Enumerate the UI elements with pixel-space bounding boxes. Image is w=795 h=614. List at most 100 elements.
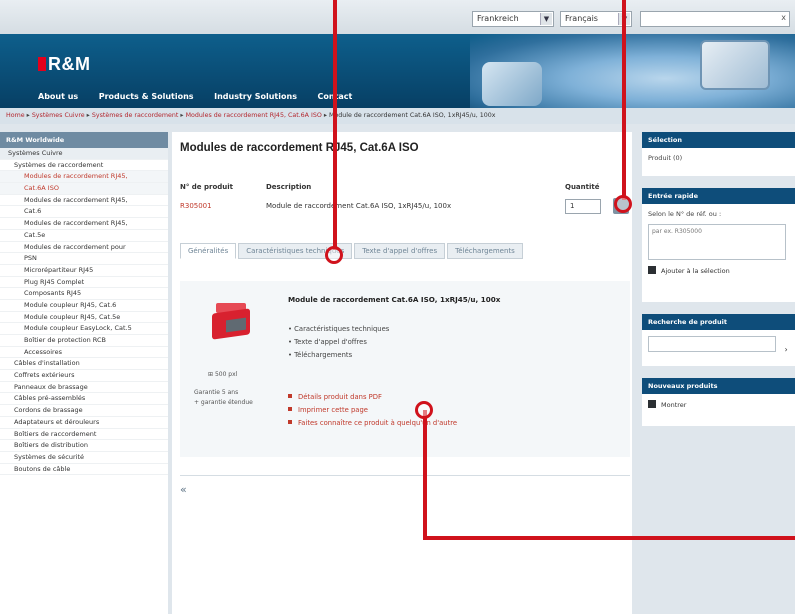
sidebar-item[interactable]: Câbles pré-assemblés — [0, 393, 168, 406]
nav-industry-solutions[interactable]: Industry Solutions — [214, 92, 297, 101]
bullet-icon — [288, 394, 292, 398]
site-header: R&M About us Products & Solutions Indust… — [0, 34, 795, 108]
divider — [180, 475, 630, 476]
bullet-icon — [288, 420, 292, 424]
add-icon — [648, 266, 656, 274]
sidebar-item[interactable]: Systèmes Cuivre — [0, 148, 168, 160]
callout-line — [423, 410, 427, 540]
sidebar-item[interactable]: Module coupleur RJ45, Cat.6 — [0, 300, 168, 312]
product-search-input[interactable] — [648, 336, 776, 352]
quick-entry-box: Entrée rapide Selon le N° de réf. ou : p… — [642, 188, 795, 302]
quick-entry-header: Entrée rapide — [642, 188, 795, 204]
list-item: • Téléchargements — [288, 351, 353, 359]
selection-header[interactable]: Sélection — [642, 132, 795, 148]
warranty-line: + garantie étendue — [194, 399, 253, 406]
logo-mark-icon — [38, 57, 46, 71]
zoom-label: 500 pxl — [214, 371, 238, 378]
show-new-products-link[interactable]: Montrer — [642, 394, 795, 415]
callout-line — [333, 0, 337, 250]
tab-general[interactable]: Généralités — [180, 243, 237, 259]
back-link[interactable]: « — [180, 483, 187, 496]
panel-title: Module de raccordement Cat.6A ISO, 1xRJ4… — [288, 295, 501, 304]
product-tabs: Généralités Caractéristiques techniques … — [180, 243, 532, 261]
sidebar-item[interactable]: PSN — [0, 253, 168, 265]
callout-marker — [415, 401, 433, 419]
sidebar-item[interactable]: Composants RJ45 — [0, 288, 168, 300]
sidebar-item[interactable]: Boutons de câble — [0, 464, 168, 476]
breadcrumb-item[interactable]: Systèmes de raccordement — [92, 112, 179, 119]
search-go-button[interactable]: › — [785, 345, 788, 354]
sidebar-item[interactable]: Panneaux de brassage — [0, 382, 168, 394]
nav-about-us[interactable]: About us — [38, 92, 78, 101]
pdf-details-link[interactable]: Détails produit dans PDF — [288, 391, 457, 404]
product-number-link[interactable]: R305001 — [180, 202, 212, 210]
close-icon[interactable]: x — [781, 13, 786, 22]
breadcrumb-current: Module de raccordement Cat.6A ISO, 1xRJ4… — [329, 112, 496, 119]
right-sidebar: Sélection Produit (0) Entrée rapide Selo… — [636, 132, 795, 614]
sidebar-item[interactable]: Systèmes de raccordement — [0, 160, 168, 172]
breadcrumb-item[interactable]: Systèmes Cuivre — [32, 112, 85, 119]
sidebar-item[interactable]: Modules de raccordement RJ45, — [0, 171, 168, 184]
callout-marker — [325, 246, 343, 264]
breadcrumb-separator: ▸ — [26, 112, 30, 119]
column-header-quantity: Quantité — [565, 183, 600, 191]
sidebar-item[interactable]: Coffrets extérieurs — [0, 370, 168, 382]
main-nav: About us Products & Solutions Industry S… — [38, 92, 370, 106]
sidebar-item[interactable]: Module coupleur RJ45, Cat.5e — [0, 312, 168, 324]
warranty-badge: Garantie 5 ans + garantie étendue — [194, 388, 253, 408]
sidebar-item[interactable]: Module coupleur EasyLock, Cat.5 — [0, 323, 168, 335]
bullet-icon — [288, 407, 292, 411]
quantity-input[interactable]: 1 — [565, 199, 601, 214]
category-sidebar: R&M Worldwide Systèmes Cuivre Systèmes de… — [0, 132, 168, 614]
chevron-down-icon[interactable]: ▼ — [540, 13, 552, 25]
square-icon — [648, 400, 656, 408]
logo[interactable]: R&M — [38, 54, 91, 75]
tab-downloads[interactable]: Téléchargements — [447, 243, 523, 259]
sidebar-item[interactable]: Cat.6 — [0, 206, 168, 219]
breadcrumb-separator: ▸ — [86, 112, 90, 119]
tab-panel: ⊞ 500 pxl Garantie 5 ans + garantie éten… — [180, 281, 630, 457]
sidebar-item[interactable]: Accessoires — [0, 347, 168, 359]
feature-list: • Caractéristiques techniques • Texte d'… — [288, 323, 389, 362]
breadcrumb: Home ▸ Systèmes Cuivre ▸ Systèmes de rac… — [0, 108, 795, 124]
list-item: • Texte d'appel d'offres — [288, 338, 367, 346]
quick-entry-textarea[interactable]: par ex. R305000 — [648, 224, 786, 260]
zoom-link[interactable]: ⊞ 500 pxl — [208, 371, 237, 378]
selection-count[interactable]: Produit (0) — [642, 148, 795, 168]
sidebar-item[interactable]: Plug RJ45 Complet — [0, 277, 168, 289]
connector-image — [700, 40, 770, 90]
callout-line — [423, 536, 795, 540]
sidebar-item[interactable]: Modules de raccordement pour — [0, 242, 168, 254]
tab-tender-text[interactable]: Texte d'appel d'offres — [354, 243, 446, 259]
breadcrumb-item[interactable]: Modules de raccordement RJ45, Cat.6A ISO — [186, 112, 322, 119]
column-header-description: Description — [266, 183, 312, 191]
quick-entry-label: Selon le N° de réf. ou : — [648, 210, 722, 218]
country-select-value: Frankreich — [477, 14, 519, 23]
sidebar-item[interactable]: Modules de raccordement RJ45, — [0, 218, 168, 230]
header-photo — [470, 34, 795, 108]
sidebar-item[interactable]: Cordons de brassage — [0, 405, 168, 417]
share-product-link[interactable]: Faites connaître ce produit à quelqu'un … — [288, 417, 457, 430]
new-products-box: Nouveaux produits Montrer — [642, 378, 795, 426]
breadcrumb-separator: ▸ — [180, 112, 184, 119]
sidebar-item[interactable]: Adaptateurs et dérouleurs — [0, 417, 168, 429]
warranty-line: Garantie 5 ans — [194, 389, 239, 396]
sidebar-item[interactable]: Microrépartiteur RJ45 — [0, 265, 168, 277]
sidebar-item[interactable]: Cat.6A ISO — [0, 183, 168, 195]
add-to-selection-button[interactable]: Ajouter à la sélection — [642, 260, 795, 281]
sidebar-item[interactable]: Cat.5e — [0, 230, 168, 242]
sidebar-item[interactable]: Modules de raccordement RJ45, — [0, 195, 168, 207]
top-bar: Frankreich ▼ Français ▼ x — [0, 0, 795, 34]
site-search-input[interactable]: x — [640, 11, 790, 27]
sidebar-header: R&M Worldwide — [0, 132, 168, 148]
sidebar-item[interactable]: Boîtier de protection RCB — [0, 335, 168, 347]
sidebar-item[interactable]: Câbles d'installation — [0, 358, 168, 371]
breadcrumb-home[interactable]: Home — [6, 112, 25, 119]
sidebar-item[interactable]: Boîtiers de distribution — [0, 440, 168, 452]
nav-products-solutions[interactable]: Products & Solutions — [99, 92, 194, 101]
product-image[interactable] — [208, 301, 256, 347]
sidebar-item[interactable]: Systèmes de sécurité — [0, 452, 168, 464]
logo-text: R&M — [48, 54, 91, 74]
sidebar-item[interactable]: Boîtiers de raccordement — [0, 429, 168, 441]
country-select[interactable]: Frankreich ▼ — [472, 11, 554, 27]
